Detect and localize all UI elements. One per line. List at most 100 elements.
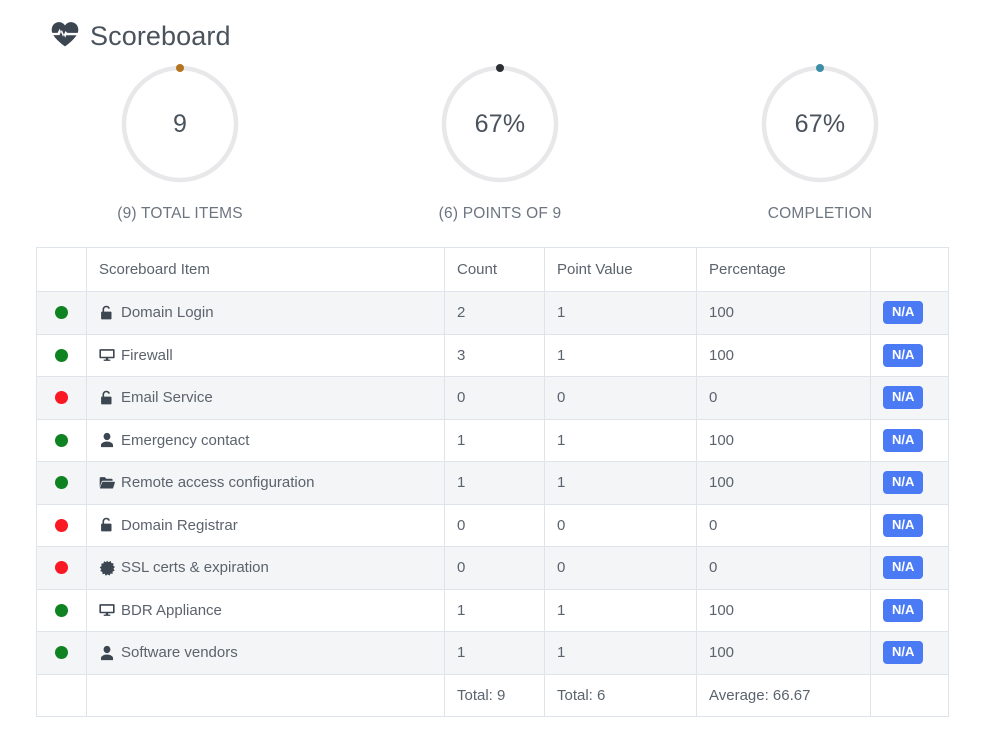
item-label: Email Service: [121, 389, 213, 407]
desktop-icon: [99, 347, 115, 363]
status-cell: [36, 588, 87, 632]
column-header-percentage: Percentage: [696, 247, 871, 292]
table-foot: Total: 9 Total: 6 Average: 66.67: [36, 673, 949, 717]
count-cell: 0: [444, 503, 545, 547]
status-cell: [36, 546, 87, 590]
item-cell-content: Email Service: [99, 389, 432, 406]
gauge-ring-points: 67%: [438, 62, 562, 186]
gauge-value-completion: 67%: [794, 109, 846, 138]
percentage-cell: 0: [696, 376, 871, 420]
footer-cell-status: [36, 673, 87, 717]
status-cell: [36, 418, 87, 462]
na-button[interactable]: N/A: [883, 471, 924, 495]
count-cell: 1: [444, 588, 545, 632]
point-value-cell: 1: [544, 631, 697, 675]
item-cell-content: Domain Registrar: [99, 517, 432, 534]
count-cell: 0: [444, 546, 545, 590]
percentage-cell: 100: [696, 631, 871, 675]
na-button[interactable]: N/A: [883, 343, 924, 367]
heart-pulse-icon: [50, 21, 80, 51]
item-cell: Remote access configuration: [86, 461, 445, 505]
status-dot-green: [55, 306, 68, 320]
status-dot-green: [55, 646, 68, 660]
na-button[interactable]: N/A: [883, 556, 924, 580]
point-value-cell: 1: [544, 418, 697, 462]
table-head: Scoreboard Item Count Point Value Percen…: [36, 247, 949, 292]
footer-cell-action: [870, 673, 949, 717]
action-cell: N/A: [870, 333, 949, 377]
table-row: Domain Registrar 0 0 0 N/A: [36, 503, 949, 547]
count-cell: 2: [444, 291, 545, 335]
count-cell: 1: [444, 461, 545, 505]
point-value-cell: 1: [544, 291, 697, 335]
table-row: Domain Login 2 1 100 N/A: [36, 291, 949, 335]
column-header-status: [36, 247, 87, 292]
item-label: Remote access configuration: [121, 474, 315, 492]
gauge-points: 67% (6) POINTS OF 9: [340, 62, 660, 223]
gauge-label-completion: COMPLETION: [767, 205, 873, 222]
percentage-cell: 100: [696, 418, 871, 462]
item-label: Emergency contact: [121, 431, 250, 449]
item-cell: Software vendors: [86, 631, 445, 675]
point-value-cell: 1: [544, 333, 697, 377]
table-body: Domain Login 2 1 100 N/A Firewall 3 1 100 N/A Emai…: [36, 291, 949, 675]
column-header-point-value: Point Value: [544, 247, 697, 292]
user-icon: [99, 432, 115, 448]
status-cell: [36, 291, 87, 335]
action-cell: N/A: [870, 376, 949, 420]
item-cell: Firewall: [86, 333, 445, 377]
na-button[interactable]: N/A: [883, 301, 924, 325]
percentage-cell: 0: [696, 503, 871, 547]
table-row: Emergency contact 1 1 100 N/A: [36, 418, 949, 462]
na-button[interactable]: N/A: [883, 598, 924, 622]
item-cell-content: Emergency contact: [99, 432, 432, 449]
table-row: Software vendors 1 1 100 N/A: [36, 631, 949, 675]
table-row: Email Service 0 0 0 N/A: [36, 376, 949, 420]
point-value-cell: 1: [544, 588, 697, 632]
item-cell-content: Domain Login: [99, 304, 432, 321]
na-button[interactable]: N/A: [883, 386, 924, 410]
count-cell: 1: [444, 418, 545, 462]
status-dot-green: [55, 476, 68, 490]
table-header-row: Scoreboard Item Count Point Value Percen…: [36, 247, 949, 292]
status-dot-red: [55, 518, 68, 532]
point-value-cell: 0: [544, 546, 697, 590]
na-button[interactable]: N/A: [883, 513, 924, 537]
unlock-icon: [99, 305, 115, 321]
table-row: SSL certs & expiration 0 0 0 N/A: [36, 546, 949, 590]
footer-cell-item: [86, 673, 445, 717]
table-footer-row: Total: 9 Total: 6 Average: 66.67: [36, 673, 949, 717]
user-icon: [99, 645, 115, 661]
column-header-count: Count: [444, 247, 545, 292]
gauge-value-total-items: 9: [172, 109, 188, 138]
item-cell: Email Service: [86, 376, 445, 420]
certificate-icon: [99, 560, 115, 576]
column-header-action: [870, 247, 949, 292]
item-cell: Domain Registrar: [86, 503, 445, 547]
status-dot-green: [55, 603, 68, 617]
status-cell: [36, 333, 87, 377]
gauge-label-points: (6) POINTS OF 9: [438, 205, 562, 222]
gauge-value-points: 67%: [474, 109, 526, 138]
unlock-icon: [99, 517, 115, 533]
percentage-cell: 100: [696, 461, 871, 505]
item-cell: Emergency contact: [86, 418, 445, 462]
item-cell: Domain Login: [86, 291, 445, 335]
page-header: Scoreboard: [0, 0, 1000, 54]
status-dot-green: [55, 433, 68, 447]
item-cell-content: Firewall: [99, 347, 432, 364]
page-title: Scoreboard: [90, 20, 231, 51]
action-cell: N/A: [870, 546, 949, 590]
count-cell: 0: [444, 376, 545, 420]
item-label: Software vendors: [121, 644, 238, 662]
folder-open-icon: [99, 475, 115, 491]
count-cell: 1: [444, 631, 545, 675]
na-button[interactable]: N/A: [883, 641, 924, 665]
point-value-cell: 0: [544, 376, 697, 420]
percentage-cell: 0: [696, 546, 871, 590]
point-value-cell: 1: [544, 461, 697, 505]
gauge-label-total-items: (9) TOTAL ITEMS: [117, 205, 243, 222]
table-row: BDR Appliance 1 1 100 N/A: [36, 588, 949, 632]
na-button[interactable]: N/A: [883, 428, 924, 452]
item-label: Domain Registrar: [121, 516, 238, 534]
